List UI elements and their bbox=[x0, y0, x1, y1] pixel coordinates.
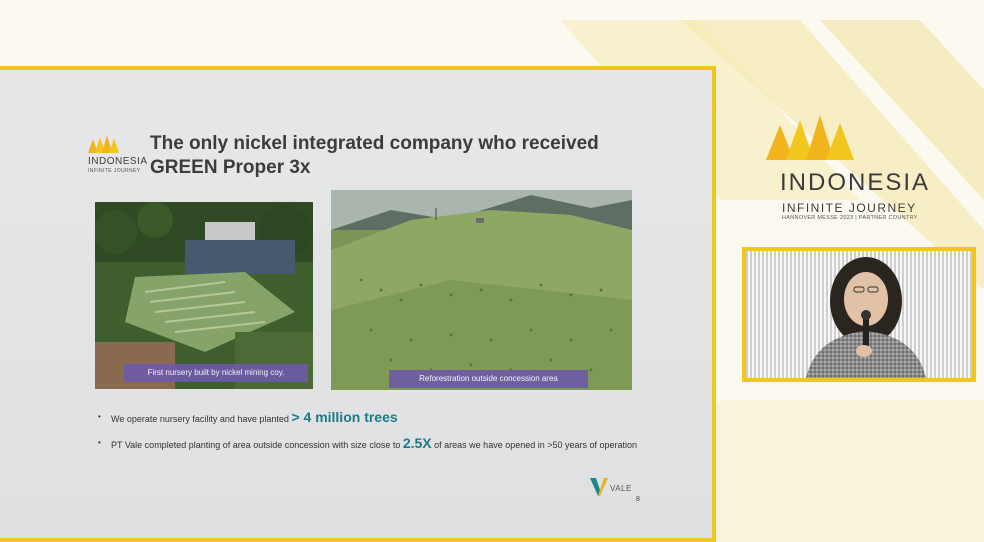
vale-logo-text: VALE bbox=[610, 484, 632, 493]
nursery-photo bbox=[95, 202, 313, 389]
bullet-text: PT Vale completed planting of area outsi… bbox=[111, 440, 403, 450]
logo-sub: INFINITE JOURNEY bbox=[88, 168, 141, 174]
speaker-figure bbox=[806, 257, 926, 378]
indonesia-logo: INDONESIA INFINITE JOURNEY bbox=[86, 135, 148, 179]
bullet-highlight: 2.5X bbox=[402, 435, 432, 451]
indonesia-brand-mark-icon bbox=[766, 115, 854, 160]
bullet-icon: • bbox=[98, 412, 101, 421]
reforestation-caption: Reforestration outside concession area bbox=[389, 370, 588, 388]
indonesia-mark-icon bbox=[88, 135, 119, 153]
brand-title: INDONESIA bbox=[780, 169, 931, 196]
nursery-caption: First nursery built by nickel mining coy… bbox=[124, 364, 308, 382]
brand-event: HANNOVER MESSE 2023 | PARTNER COUNTRY bbox=[782, 215, 918, 221]
speaker-video[interactable] bbox=[742, 247, 976, 382]
bullet-text-after: of areas we have opened in >50 years of … bbox=[431, 440, 638, 450]
bullet-item-nursery: • We operate nursery facility and have p… bbox=[98, 410, 658, 426]
brand-tagline: INFINITE JOURNEY bbox=[782, 201, 917, 215]
slide-title: The only nickel integrated company who r… bbox=[150, 133, 599, 178]
reforestation-photo bbox=[331, 190, 632, 390]
logo-word: INDONESIA bbox=[88, 156, 148, 167]
presentation-slide: INDONESIA INFINITE JOURNEY The only nick… bbox=[0, 66, 716, 542]
page-number: 8 bbox=[636, 496, 640, 503]
bullet-highlight: > 4 million trees bbox=[291, 409, 398, 425]
bullet-text: We operate nursery facility and have pla… bbox=[111, 414, 292, 424]
vale-logo: VALE bbox=[590, 476, 640, 498]
event-branding: INDONESIA INFINITE JOURNEY HANNOVER MESS… bbox=[766, 115, 966, 225]
bullet-icon: • bbox=[98, 438, 101, 447]
bullet-item-planting: • PT Vale completed planting of area out… bbox=[98, 436, 658, 452]
vale-v-icon bbox=[590, 478, 608, 496]
